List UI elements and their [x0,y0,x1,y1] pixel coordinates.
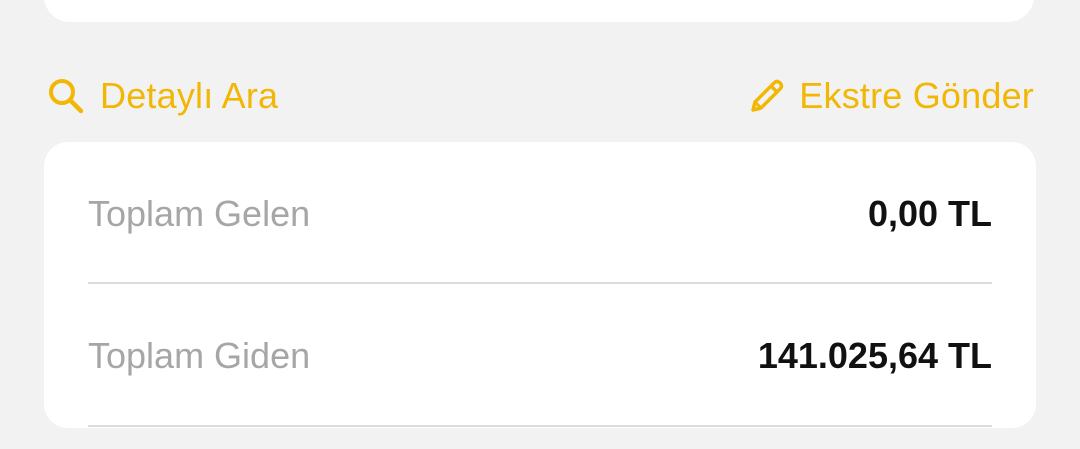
search-icon [44,74,88,118]
total-incoming-value: 0,00 TL [867,193,992,234]
detailed-search-label: Detaylı Ara [100,75,279,116]
send-statement-label: Ekstre Gönder [799,75,1034,116]
divider [88,425,992,427]
total-outgoing-label: Toplam Giden [88,335,311,376]
total-incoming-row: Toplam Gelen 0,00 TL [88,179,992,249]
detailed-search-link[interactable]: Detaylı Ara [44,68,278,124]
total-incoming-label: Toplam Gelen [88,193,311,234]
pencil-icon [745,74,789,118]
send-statement-link[interactable]: Ekstre Gönder [745,68,1034,124]
total-outgoing-row: Toplam Giden 141.025,64 TL [88,321,992,391]
previous-card [44,0,1034,22]
summary-card: Toplam Gelen 0,00 TL Toplam Giden 141.02… [44,142,1036,428]
total-outgoing-value: 141.025,64 TL [757,335,992,376]
divider [88,282,992,284]
